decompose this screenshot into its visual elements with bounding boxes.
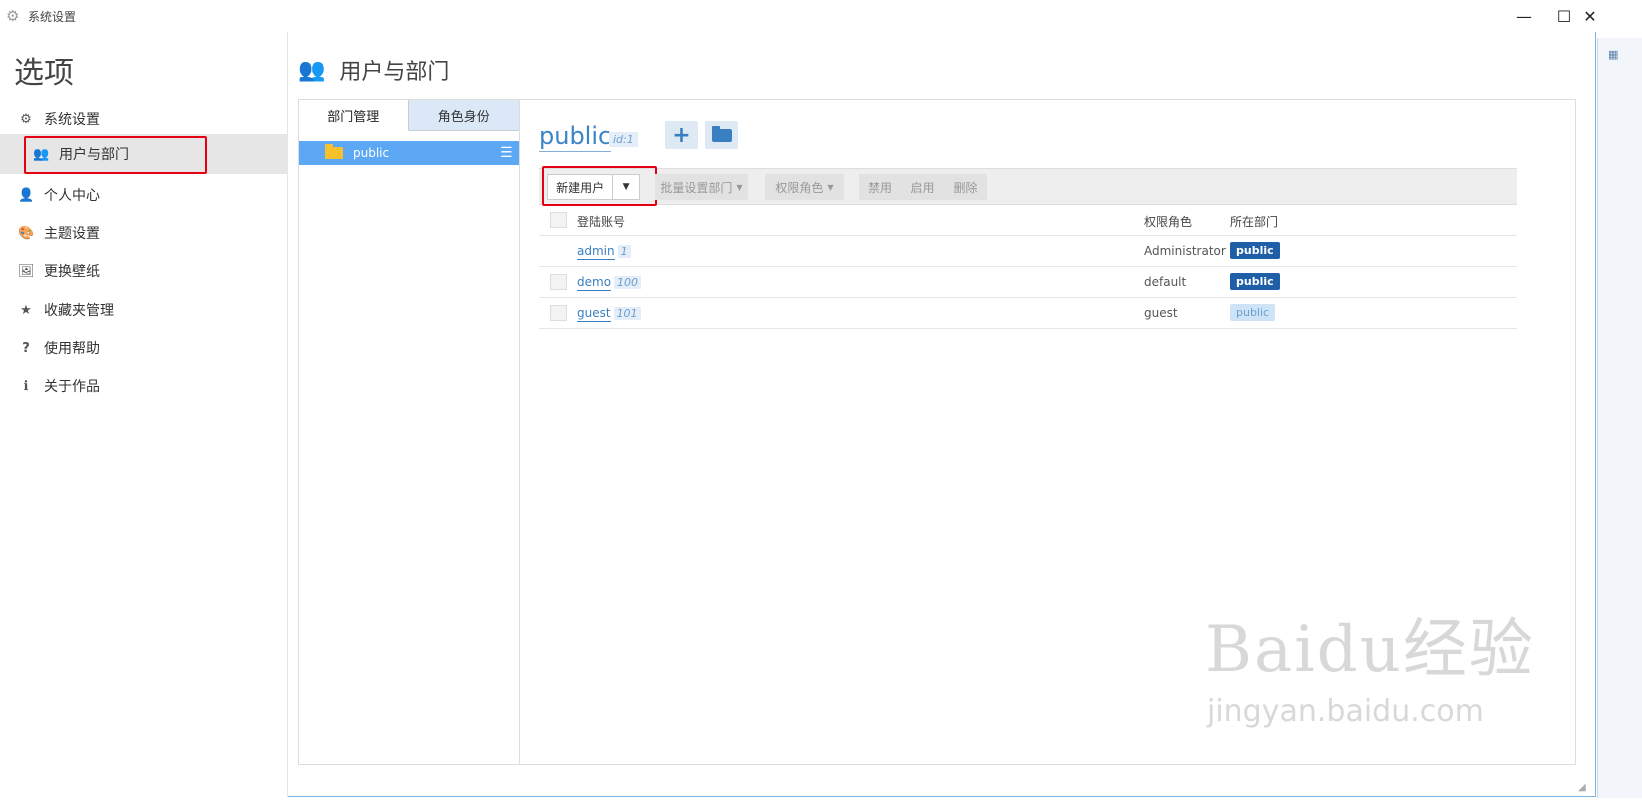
resize-grip-icon[interactable]: ◢	[1578, 782, 1590, 794]
window-title: 系统设置	[28, 10, 77, 24]
info-icon: ℹ	[23, 378, 29, 394]
sidebar-item-theme-settings[interactable]: 🎨 主题设置	[0, 213, 288, 253]
tree-item-public[interactable]: public ☰	[299, 141, 519, 165]
gear-icon: ⚙	[20, 111, 32, 127]
disable-button[interactable]: 禁用	[859, 174, 901, 200]
maximize-button[interactable]: ☐	[1544, 0, 1584, 32]
new-user-split-button: 新建用户 ▼	[547, 174, 640, 200]
column-header-account: 登陆账号	[577, 215, 626, 229]
sidebar-item-help[interactable]: ? 使用帮助	[0, 328, 288, 368]
sidebar-item-favorites[interactable]: ★ 收藏夹管理	[0, 290, 288, 330]
users-icon: 👥	[298, 57, 326, 83]
row-checkbox[interactable]	[550, 305, 567, 321]
user-table: 登陆账号 权限角色 所在部门 admin 1 Administrator publ…	[539, 205, 1517, 329]
sidebar-item-label: 更换壁纸	[44, 264, 100, 280]
select-all-checkbox[interactable]	[550, 212, 567, 228]
department-pane: 部门管理 角色身份 public ☰	[299, 100, 520, 764]
department-badge: public	[1230, 304, 1276, 321]
watermark-brand: Baidu经验	[1205, 613, 1535, 687]
role-cell: Administrator	[1144, 244, 1226, 258]
title-bar: ⚙ 系统设置 — ☐ ✕	[0, 0, 1597, 32]
delete-button[interactable]: 删除	[944, 174, 987, 200]
sidebar-heading: 选项	[14, 56, 74, 91]
table-row[interactable]: admin 1 Administrator public	[539, 236, 1517, 267]
enable-button[interactable]: 启用	[901, 174, 944, 200]
department-cell: public	[1230, 304, 1276, 321]
department-badge: public	[1230, 242, 1280, 259]
watermark: Baidu经验 jingyan.baidu.com	[1205, 598, 1535, 729]
image-icon: 🖼	[18, 263, 35, 279]
sidebar-item-label: 系统设置	[44, 112, 100, 128]
app-window: ⚙ 系统设置 — ☐ ✕ 选项 ⚙ 系统设置 👥 用户与部门 👤 个人中心 🎨 …	[0, 0, 1597, 797]
menu-icon[interactable]: ☰	[500, 146, 513, 160]
highlight-box	[24, 136, 207, 174]
account-cell: guest 101	[577, 306, 641, 322]
gear-icon: ⚙	[6, 7, 20, 25]
role-cell: guest	[1144, 306, 1178, 320]
add-department-button[interactable]: +	[665, 121, 698, 149]
chevron-down-icon[interactable]: ▼	[613, 175, 639, 199]
folder-icon	[325, 144, 343, 159]
table-row[interactable]: demo 100 default public	[539, 267, 1517, 298]
column-header-role: 权限角色	[1144, 215, 1193, 229]
role-cell: default	[1144, 275, 1187, 289]
plus-icon: +	[672, 122, 691, 148]
folder-open-icon	[711, 125, 732, 142]
user-icon: 👤	[18, 187, 35, 203]
tree-item-label: public	[353, 146, 390, 160]
sidebar-item-label: 关于作品	[44, 379, 100, 395]
department-cell: public	[1230, 242, 1280, 259]
new-user-button[interactable]: 新建用户	[548, 175, 614, 199]
role-dropdown-label: 权限角色	[775, 180, 824, 195]
column-header-department: 所在部门	[1230, 215, 1279, 229]
background-window-edge: ▦	[1597, 38, 1642, 798]
chevron-down-icon: ▼	[827, 182, 834, 192]
account-id: 101	[613, 307, 641, 320]
close-button[interactable]: ✕	[1583, 0, 1596, 32]
chevron-down-icon: ▼	[736, 182, 743, 192]
sidebar-item-label: 收藏夹管理	[44, 303, 114, 319]
role-dropdown-button[interactable]: 权限角色 ▼	[765, 174, 844, 200]
minimize-button[interactable]: —	[1504, 0, 1544, 32]
star-icon: ★	[20, 302, 32, 318]
palette-icon: 🎨	[18, 225, 35, 241]
department-cell: public	[1230, 273, 1280, 290]
department-title[interactable]: public	[539, 121, 612, 152]
table-row[interactable]: guest 101 guest public	[539, 298, 1517, 329]
watermark-url: jingyan.baidu.com	[1207, 694, 1484, 729]
sidebar: 选项 ⚙ 系统设置 👥 用户与部门 👤 个人中心 🎨 主题设置 🖼 更换壁纸 ★…	[0, 32, 288, 797]
open-folder-button[interactable]	[705, 121, 738, 149]
sidebar-item-label: 使用帮助	[44, 341, 100, 357]
tab-department-management[interactable]: 部门管理	[299, 100, 409, 131]
row-checkbox[interactable]	[550, 274, 567, 290]
account-id: 100	[614, 276, 642, 289]
sidebar-item-label: 主题设置	[44, 226, 100, 242]
batch-set-department-label: 批量设置部门	[660, 180, 733, 195]
batch-set-department-button[interactable]: 批量设置部门 ▼	[655, 174, 748, 200]
toolbar: 新建用户 ▼ 批量设置部门 ▼ 权限角色 ▼ 禁用 启用 删除	[539, 166, 1517, 206]
page-title: 用户与部门	[339, 60, 450, 85]
page-header: 👥 用户与部门	[298, 54, 449, 86]
account-link[interactable]: admin	[577, 244, 615, 260]
table-header-row: 登陆账号 权限角色 所在部门	[539, 205, 1517, 236]
account-link[interactable]: demo	[577, 275, 612, 291]
account-cell: demo 100	[577, 275, 642, 291]
sidebar-item-personal-center[interactable]: 👤 个人中心	[0, 175, 288, 215]
sidebar-item-system-settings[interactable]: ⚙ 系统设置	[0, 99, 288, 139]
sidebar-item-label: 个人中心	[44, 188, 100, 204]
tab-roles[interactable]: 角色身份	[408, 100, 519, 131]
sidebar-item-wallpaper[interactable]: 🖼 更换壁纸	[0, 251, 288, 291]
account-cell: admin 1	[577, 244, 631, 260]
grid-icon: ▦	[1608, 48, 1619, 61]
tab-bar: 部门管理 角色身份	[299, 100, 519, 131]
department-id-badge: id:1	[609, 132, 638, 147]
question-icon: ?	[22, 340, 30, 356]
account-link[interactable]: guest	[577, 306, 611, 322]
department-badge: public	[1230, 273, 1280, 290]
sidebar-item-about[interactable]: ℹ 关于作品	[0, 366, 288, 406]
sidebar-item-users-departments[interactable]: 👥 用户与部门	[0, 134, 288, 174]
account-id: 1	[617, 245, 631, 258]
